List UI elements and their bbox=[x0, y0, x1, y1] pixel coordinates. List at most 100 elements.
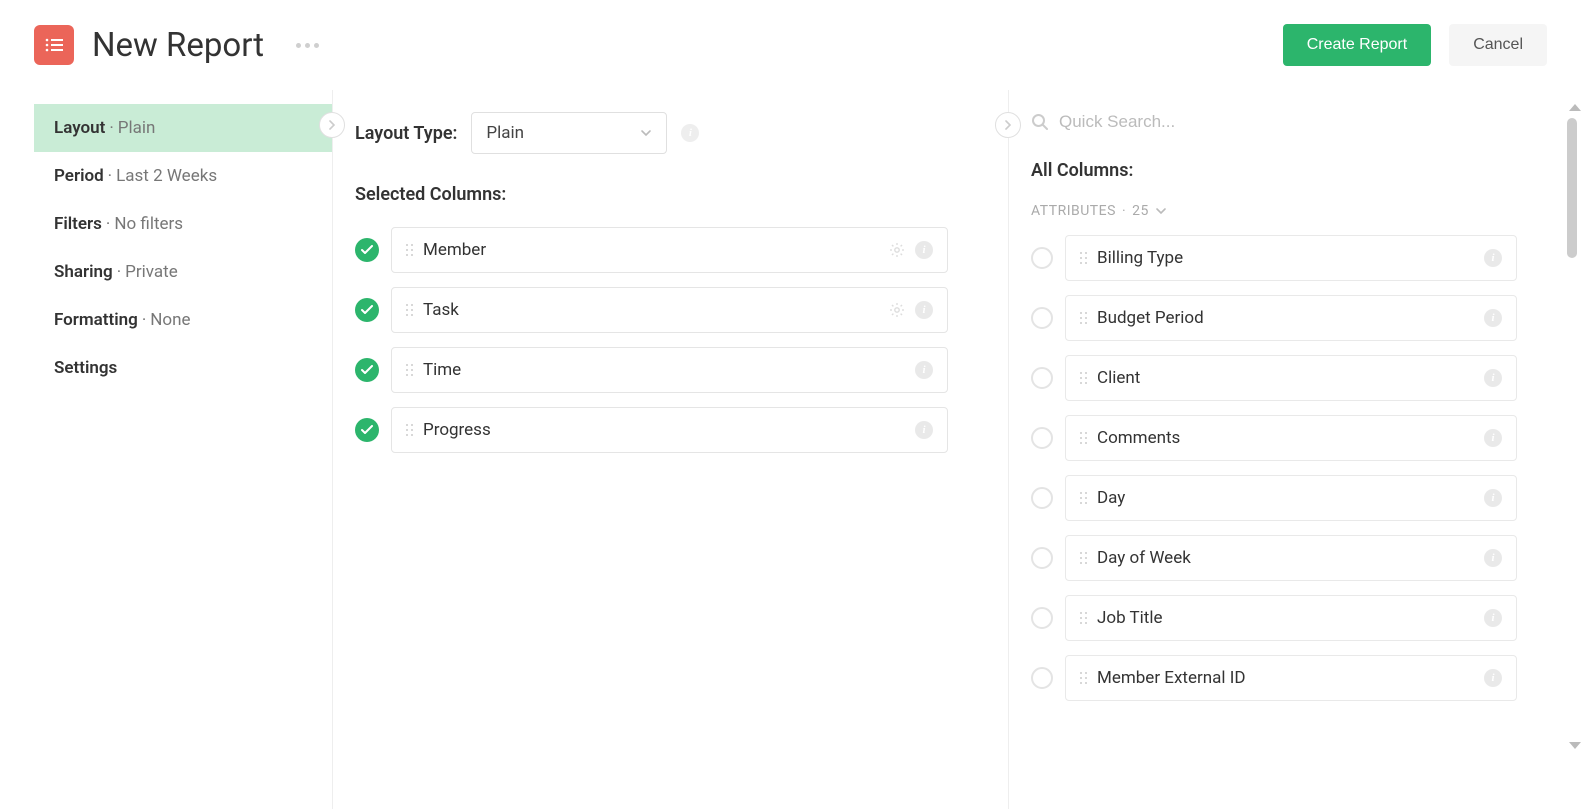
check-off-icon[interactable] bbox=[1031, 547, 1053, 569]
cancel-button[interactable]: Cancel bbox=[1449, 24, 1547, 66]
all-column-row: Billing Typei bbox=[1031, 235, 1517, 281]
drag-handle-icon[interactable] bbox=[1080, 492, 1087, 504]
gear-icon[interactable] bbox=[889, 242, 905, 258]
column-item[interactable]: Member External IDi bbox=[1065, 655, 1517, 701]
column-item[interactable]: Member i bbox=[391, 227, 948, 273]
drag-handle-icon[interactable] bbox=[1080, 312, 1087, 324]
drag-handle-icon[interactable] bbox=[1080, 252, 1087, 264]
info-icon[interactable]: i bbox=[1484, 369, 1502, 387]
sidebar-item-value: No filters bbox=[114, 214, 183, 234]
search-row bbox=[1031, 112, 1517, 132]
scroll-thumb[interactable] bbox=[1567, 118, 1577, 258]
drag-handle-icon[interactable] bbox=[1080, 672, 1087, 684]
drag-handle-icon[interactable] bbox=[406, 364, 413, 376]
all-column-row: Job Titlei bbox=[1031, 595, 1517, 641]
scrollbar-track[interactable] bbox=[1567, 90, 1587, 809]
search-input[interactable] bbox=[1059, 112, 1517, 132]
gear-icon[interactable] bbox=[889, 302, 905, 318]
page-title-group: New Report bbox=[34, 25, 319, 65]
sidebar-item-sharing[interactable]: Sharing · Private bbox=[34, 248, 332, 296]
column-item[interactable]: Clienti bbox=[1065, 355, 1517, 401]
column-item[interactable]: Billing Typei bbox=[1065, 235, 1517, 281]
drag-handle-icon[interactable] bbox=[1080, 552, 1087, 564]
info-icon[interactable]: i bbox=[1484, 309, 1502, 327]
more-icon[interactable] bbox=[296, 43, 319, 48]
sidebar-item-label: Layout bbox=[54, 118, 105, 138]
info-icon[interactable]: i bbox=[1484, 549, 1502, 567]
check-off-icon[interactable] bbox=[1031, 667, 1053, 689]
sidebar-item-filters[interactable]: Filters · No filters bbox=[34, 200, 332, 248]
column-item[interactable]: Budget Period i bbox=[1065, 295, 1517, 341]
info-icon[interactable]: i bbox=[1484, 669, 1502, 687]
attributes-group-label: ATTRIBUTES bbox=[1031, 203, 1116, 219]
layout-type-select[interactable]: Plain bbox=[471, 112, 667, 154]
sidebar: Layout · PlainPeriod · Last 2 WeeksFilte… bbox=[34, 90, 332, 809]
sidebar-item-formatting[interactable]: Formatting · None bbox=[34, 296, 332, 344]
column-item[interactable]: Day of Weeki bbox=[1065, 535, 1517, 581]
drag-handle-icon[interactable] bbox=[1080, 432, 1087, 444]
info-icon[interactable]: i bbox=[915, 361, 933, 379]
selected-column-row: Taski bbox=[355, 287, 948, 333]
column-item[interactable]: Commentsi bbox=[1065, 415, 1517, 461]
drag-handle-icon[interactable] bbox=[1080, 612, 1087, 624]
sidebar-item-label: Filters bbox=[54, 214, 102, 234]
scroll-up-arrow[interactable] bbox=[1569, 104, 1581, 111]
sidebar-item-settings[interactable]: Settings bbox=[34, 344, 332, 392]
body-layout: Layout · PlainPeriod · Last 2 WeeksFilte… bbox=[0, 90, 1587, 809]
sidebar-item-value: None bbox=[150, 310, 190, 330]
column-item[interactable]: Job Titlei bbox=[1065, 595, 1517, 641]
scroll-down-arrow[interactable] bbox=[1569, 742, 1581, 749]
sidebar-item-period[interactable]: Period · Last 2 Weeks bbox=[34, 152, 332, 200]
column-item[interactable]: Progress i bbox=[391, 407, 948, 453]
collapse-toggle-left[interactable] bbox=[319, 112, 345, 138]
list-icon bbox=[45, 38, 63, 52]
drag-handle-icon[interactable] bbox=[1080, 372, 1087, 384]
create-report-button[interactable]: Create Report bbox=[1283, 24, 1432, 66]
check-off-icon[interactable] bbox=[1031, 487, 1053, 509]
all-column-row: Day of Weeki bbox=[1031, 535, 1517, 581]
check-off-icon[interactable] bbox=[1031, 427, 1053, 449]
all-column-row: Budget Period i bbox=[1031, 295, 1517, 341]
search-icon bbox=[1031, 113, 1049, 131]
column-name: Member bbox=[423, 240, 879, 260]
all-columns-title: All Columns: bbox=[1031, 160, 1517, 181]
info-icon[interactable]: i bbox=[915, 241, 933, 259]
selected-column-row: Progress i bbox=[355, 407, 948, 453]
sidebar-item-label: Formatting bbox=[54, 310, 138, 330]
info-icon[interactable]: i bbox=[1484, 609, 1502, 627]
check-on-icon[interactable] bbox=[355, 418, 379, 442]
drag-handle-icon[interactable] bbox=[406, 304, 413, 316]
column-item[interactable]: Taski bbox=[391, 287, 948, 333]
column-name: Progress bbox=[423, 420, 905, 440]
check-on-icon[interactable] bbox=[355, 298, 379, 322]
sidebar-item-label: Settings bbox=[54, 358, 117, 378]
check-on-icon[interactable] bbox=[355, 358, 379, 382]
column-name: Budget Period bbox=[1097, 308, 1474, 328]
check-off-icon[interactable] bbox=[1031, 307, 1053, 329]
attributes-group-header[interactable]: ATTRIBUTES · 25 bbox=[1031, 203, 1517, 219]
all-columns-list: Billing TypeiBudget PeriodiClientiCommen… bbox=[1031, 235, 1517, 701]
info-icon[interactable]: i bbox=[681, 124, 699, 142]
info-icon[interactable]: i bbox=[915, 421, 933, 439]
info-icon[interactable]: i bbox=[1484, 429, 1502, 447]
column-item[interactable]: Timei bbox=[391, 347, 948, 393]
check-on-icon[interactable] bbox=[355, 238, 379, 262]
all-column-row: Member External IDi bbox=[1031, 655, 1517, 701]
check-off-icon[interactable] bbox=[1031, 247, 1053, 269]
check-off-icon[interactable] bbox=[1031, 367, 1053, 389]
drag-handle-icon[interactable] bbox=[406, 244, 413, 256]
selected-column-row: Timei bbox=[355, 347, 948, 393]
all-column-row: Clienti bbox=[1031, 355, 1517, 401]
column-item[interactable]: Dayi bbox=[1065, 475, 1517, 521]
sidebar-item-layout[interactable]: Layout · Plain bbox=[34, 104, 332, 152]
check-off-icon[interactable] bbox=[1031, 607, 1053, 629]
column-name: Day bbox=[1097, 488, 1474, 508]
info-icon[interactable]: i bbox=[1484, 489, 1502, 507]
layout-panel: Layout Type: Plain i Selected Columns: M… bbox=[333, 90, 1008, 809]
info-icon[interactable]: i bbox=[915, 301, 933, 319]
sidebar-item-value: Last 2 Weeks bbox=[116, 166, 217, 186]
drag-handle-icon[interactable] bbox=[406, 424, 413, 436]
info-icon[interactable]: i bbox=[1484, 249, 1502, 267]
selected-columns-title: Selected Columns: bbox=[355, 184, 948, 205]
chevron-down-icon bbox=[1155, 205, 1167, 217]
